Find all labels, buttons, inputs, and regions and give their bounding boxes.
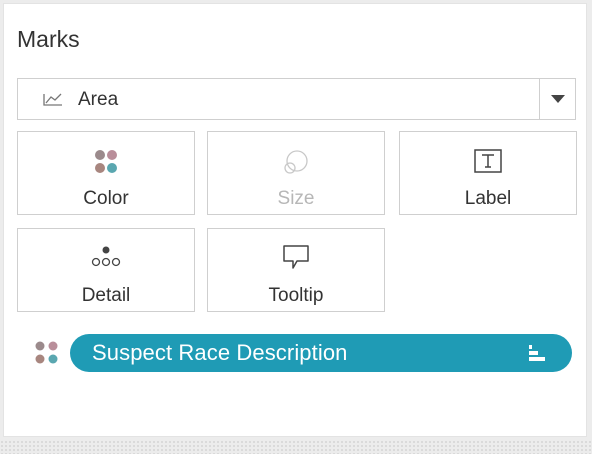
detail-card[interactable]: Detail	[17, 228, 195, 312]
sort-descending-icon[interactable]	[526, 342, 548, 364]
size-card-label: Size	[277, 188, 315, 209]
chevron-down-icon[interactable]	[551, 95, 565, 103]
field-pill-label: Suspect Race Description	[92, 340, 348, 365]
speech-bubble-icon	[283, 245, 309, 269]
detail-dots-icon	[91, 246, 121, 267]
tooltip-card[interactable]: Tooltip	[207, 228, 385, 312]
panel-footer-edge	[0, 440, 592, 454]
color-card[interactable]: Color	[17, 131, 195, 215]
label-card-label: Label	[464, 188, 512, 209]
mark-type-label: Area	[78, 89, 119, 110]
color-card-label: Color	[83, 188, 129, 209]
text-t-icon	[474, 149, 502, 173]
size-circles-icon	[284, 150, 308, 174]
label-card[interactable]: Label	[399, 131, 577, 215]
mark-type-dropdown[interactable]: Area	[17, 78, 576, 120]
field-pill[interactable]: Suspect Race Description	[70, 334, 572, 372]
size-card: Size	[207, 131, 385, 215]
color-dots-icon	[95, 150, 117, 173]
detail-card-label: Detail	[81, 285, 131, 306]
dropdown-divider	[539, 79, 540, 119]
area-chart-icon	[43, 93, 62, 106]
marks-card: Marks Area Color Size Label Detail Toolt…	[3, 3, 587, 437]
marks-title: Marks	[17, 26, 80, 52]
tooltip-card-label: Tooltip	[268, 285, 324, 306]
color-dots-icon	[35, 341, 58, 364]
